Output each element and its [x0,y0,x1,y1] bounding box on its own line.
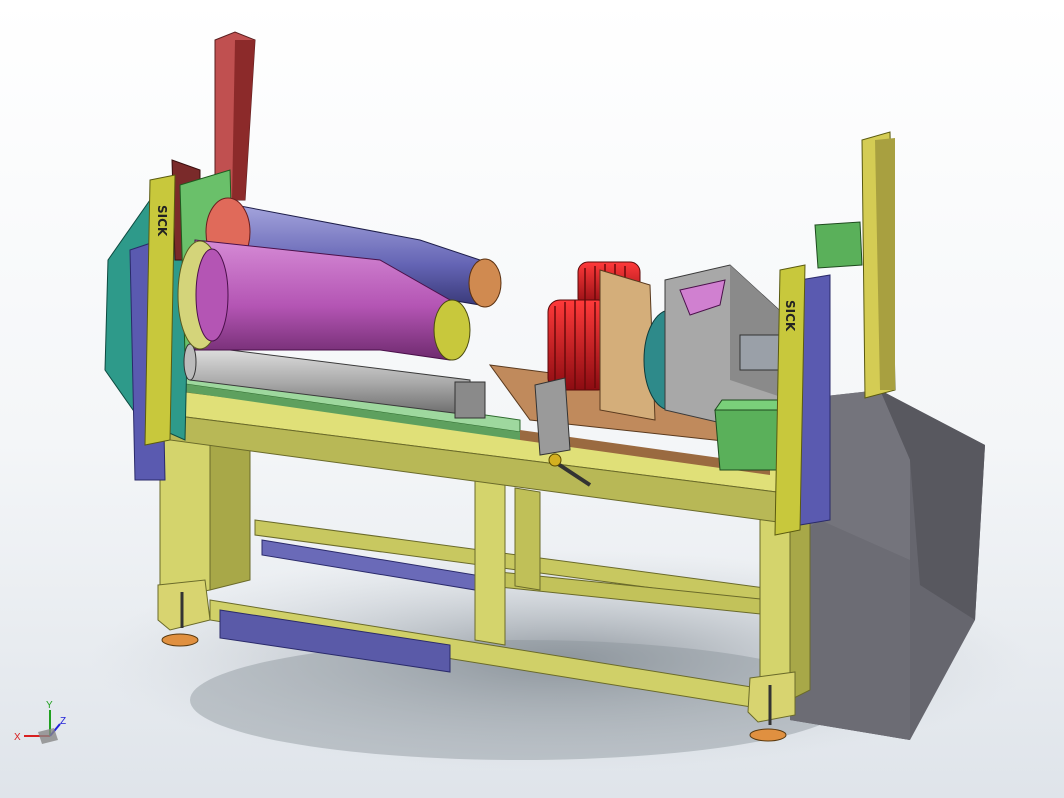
z-axis-label: Z [60,716,66,727]
vertical-post-right[interactable] [861,131,896,399]
sick-label-left: SICK [155,205,169,237]
coordinate-triad: X Y Z [10,700,70,750]
junction-box-upper[interactable] [814,221,863,269]
light-curtain-right[interactable]: SICK [774,264,806,536]
x-axis-label: X [14,732,21,743]
graphics-viewport[interactable]: SICK SICK X Y Z [0,0,1064,798]
light-curtain-left[interactable]: SICK [144,174,176,446]
y-axis-label: Y [46,700,53,711]
sick-label-right: SICK [783,300,797,332]
machine-assembly-model[interactable]: SICK SICK [0,0,1064,798]
